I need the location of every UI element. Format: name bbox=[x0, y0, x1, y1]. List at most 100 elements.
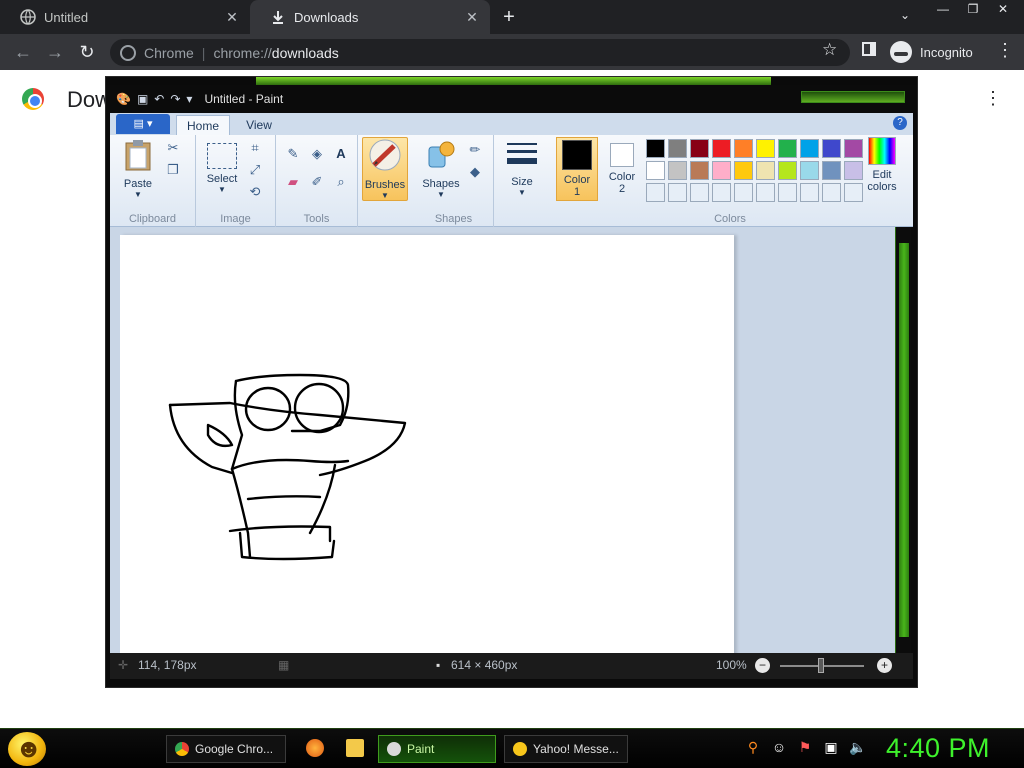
chevron-down-icon[interactable]: ⌄ bbox=[896, 8, 914, 26]
incognito-indicator[interactable]: Incognito bbox=[890, 39, 973, 65]
fill-shape-icon[interactable]: ◆ bbox=[466, 163, 484, 181]
edit-colors-button[interactable]: Edit colors bbox=[860, 137, 904, 193]
close-icon[interactable]: ✕ bbox=[224, 9, 240, 26]
chevron-down-icon[interactable]: ▾ bbox=[186, 92, 192, 106]
drawing-sketch bbox=[168, 373, 407, 561]
search-icon[interactable]: ⚲ bbox=[745, 739, 761, 756]
window-controls[interactable] bbox=[801, 91, 905, 103]
size-button[interactable]: Size ▼ bbox=[500, 139, 544, 197]
bookmark-star-icon[interactable]: ☆ bbox=[822, 40, 837, 60]
fill-icon[interactable]: ◈ bbox=[308, 145, 326, 163]
shapes-button[interactable]: Shapes ▼ bbox=[420, 139, 462, 199]
color-swatch[interactable] bbox=[668, 183, 687, 202]
color-swatch[interactable] bbox=[778, 161, 797, 180]
color-swatch[interactable] bbox=[800, 139, 819, 158]
folder-icon[interactable] bbox=[346, 739, 364, 757]
forward-icon[interactable]: → bbox=[44, 41, 66, 63]
vertical-scrollbar[interactable] bbox=[895, 227, 911, 653]
menu-icon[interactable]: ⋮ bbox=[996, 41, 1014, 59]
color-swatch[interactable] bbox=[778, 139, 797, 158]
select-button[interactable]: Select ▼ bbox=[202, 139, 242, 194]
size-group: Size ▼ bbox=[494, 135, 550, 227]
drawing-canvas[interactable] bbox=[120, 235, 734, 657]
tab-downloads[interactable]: Downloads ✕ bbox=[250, 0, 490, 34]
color-swatch[interactable] bbox=[690, 139, 709, 158]
text-icon[interactable]: A bbox=[332, 145, 350, 163]
color-swatch[interactable] bbox=[756, 139, 775, 158]
new-tab-button[interactable]: + bbox=[498, 6, 520, 28]
color-swatch[interactable] bbox=[734, 161, 753, 180]
color-1-button[interactable]: Color 1 bbox=[556, 137, 598, 201]
color-swatch[interactable] bbox=[800, 183, 819, 202]
redo-icon[interactable]: ↷ bbox=[170, 92, 180, 106]
select-label: Select bbox=[206, 173, 238, 185]
brushes-button[interactable]: Brushes ▼ bbox=[362, 137, 408, 201]
color-1-number: 1 bbox=[573, 186, 581, 198]
tab-view[interactable]: View bbox=[234, 115, 284, 135]
copy-icon[interactable]: ❐ bbox=[164, 161, 182, 179]
color-swatch[interactable] bbox=[822, 183, 841, 202]
color-swatch[interactable] bbox=[800, 161, 819, 180]
color-swatch[interactable] bbox=[646, 161, 665, 180]
color-swatch[interactable] bbox=[734, 139, 753, 158]
reload-icon[interactable]: ↻ bbox=[76, 41, 98, 63]
color-swatch[interactable] bbox=[690, 183, 709, 202]
crop-icon[interactable]: ⌗ bbox=[246, 139, 264, 157]
undo-icon[interactable]: ↶ bbox=[154, 92, 164, 106]
start-button[interactable] bbox=[8, 732, 46, 766]
tab-home[interactable]: Home bbox=[176, 115, 230, 135]
page-menu-icon[interactable]: ⋮ bbox=[984, 88, 1002, 109]
tab-label: Untitled bbox=[44, 9, 89, 25]
color-swatch[interactable] bbox=[690, 161, 709, 180]
tab-untitled[interactable]: Untitled ✕ bbox=[0, 0, 250, 34]
color-swatch[interactable] bbox=[712, 161, 731, 180]
paint-app-icon[interactable]: 🎨 bbox=[116, 92, 131, 106]
magnifier-icon[interactable]: ⌕ bbox=[332, 173, 350, 191]
color-swatch[interactable] bbox=[822, 139, 841, 158]
color-swatch[interactable] bbox=[734, 183, 753, 202]
back-icon[interactable]: ← bbox=[12, 41, 34, 63]
restore-icon[interactable]: ❐ bbox=[958, 0, 988, 18]
color-swatch[interactable] bbox=[668, 139, 687, 158]
resize-icon[interactable]: ⤢ bbox=[246, 161, 264, 179]
scrollbar-thumb[interactable] bbox=[899, 243, 909, 637]
minimize-icon[interactable]: — bbox=[928, 0, 958, 18]
eraser-icon[interactable]: ▰ bbox=[284, 173, 302, 191]
color-swatch[interactable] bbox=[822, 161, 841, 180]
color-swatch[interactable] bbox=[756, 183, 775, 202]
zoom-slider-thumb[interactable] bbox=[818, 658, 824, 673]
group-label: Shapes bbox=[434, 213, 473, 225]
flag-icon[interactable]: ⚑ bbox=[797, 739, 813, 756]
messenger-tray-icon[interactable]: ☺ bbox=[771, 739, 787, 756]
close-icon[interactable]: ✕ bbox=[464, 9, 480, 26]
pencil-icon[interactable]: ✎ bbox=[284, 145, 302, 163]
zoom-level: 100% bbox=[716, 658, 747, 672]
firefox-icon[interactable] bbox=[306, 739, 324, 757]
task-google-chrome[interactable]: Google Chro... bbox=[166, 735, 286, 763]
color-picker-icon[interactable]: ✐ bbox=[308, 173, 326, 191]
color-2-button[interactable]: Color 2 bbox=[602, 137, 642, 195]
color-swatch[interactable] bbox=[756, 161, 775, 180]
color-swatch[interactable] bbox=[712, 139, 731, 158]
help-icon[interactable]: ? bbox=[893, 116, 907, 130]
address-bar[interactable]: Chrome | chrome:// downloads bbox=[110, 39, 850, 66]
zoom-out-button[interactable]: − bbox=[755, 658, 770, 673]
color-swatch[interactable] bbox=[646, 139, 665, 158]
file-menu-button[interactable]: ▤ ▾ bbox=[116, 114, 170, 134]
color-swatch[interactable] bbox=[646, 183, 665, 202]
paste-button[interactable]: Paste ▼ bbox=[118, 139, 158, 199]
network-icon[interactable]: ▣ bbox=[823, 739, 839, 756]
volume-icon[interactable]: 🔈 bbox=[849, 739, 866, 756]
rotate-icon[interactable]: ⟲ bbox=[246, 183, 264, 201]
save-icon[interactable]: ▣ bbox=[137, 92, 148, 106]
close-window-icon[interactable]: ✕ bbox=[988, 0, 1018, 18]
outline-icon[interactable]: ✏ bbox=[466, 141, 484, 159]
zoom-in-button[interactable]: + bbox=[877, 658, 892, 673]
color-swatch[interactable] bbox=[778, 183, 797, 202]
color-swatch[interactable] bbox=[668, 161, 687, 180]
task-yahoo-messenger[interactable]: Yahoo! Messe... bbox=[504, 735, 628, 763]
color-swatch[interactable] bbox=[712, 183, 731, 202]
task-paint[interactable]: Paint bbox=[378, 735, 496, 763]
side-panel-icon[interactable] bbox=[862, 42, 876, 56]
cut-icon[interactable]: ✂ bbox=[164, 139, 182, 157]
